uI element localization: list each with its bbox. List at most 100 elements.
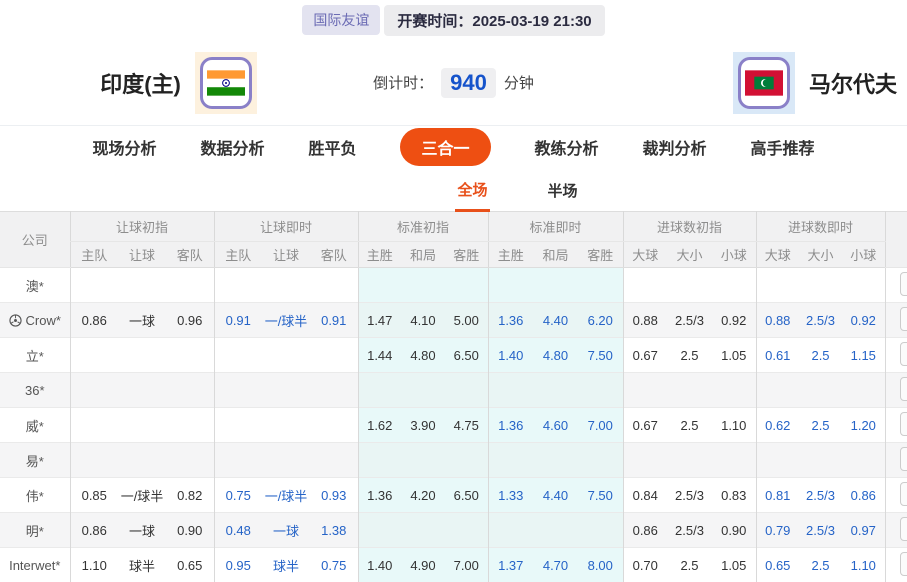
odds-cell: 0.86 bbox=[70, 513, 118, 548]
odds-cell bbox=[310, 443, 358, 478]
odds-cell: 2.5 bbox=[667, 548, 712, 582]
league-badge[interactable]: 国际友谊 bbox=[302, 5, 380, 35]
nav-tab-win-draw-lose[interactable]: 胜平负 bbox=[308, 135, 356, 159]
odds-cell: 0.92 bbox=[712, 303, 756, 338]
odds-cell bbox=[756, 373, 799, 408]
nav-tab-expert-picks[interactable]: 高手推荐 bbox=[751, 135, 815, 159]
company-cell[interactable]: 明* bbox=[0, 513, 70, 548]
group-header-goals-live: 进球数即时 bbox=[756, 212, 885, 242]
odds-cell bbox=[118, 443, 166, 478]
nav-tab-three-in-one[interactable]: 三合一 bbox=[400, 128, 490, 166]
detail-button[interactable] bbox=[900, 517, 907, 541]
odds-cell: 4.75 bbox=[445, 408, 488, 443]
nav-tab-data-analysis[interactable]: 数据分析 bbox=[200, 135, 264, 159]
detail-button[interactable] bbox=[900, 377, 907, 401]
company-name: 立* bbox=[26, 349, 44, 364]
odds-cell bbox=[118, 408, 166, 443]
table-row: 立*1.444.806.501.404.807.500.672.51.050.6… bbox=[0, 338, 907, 373]
company-cell[interactable]: Crow* bbox=[0, 303, 70, 338]
subtab-full-match[interactable]: 全场 bbox=[455, 168, 489, 212]
odds-cell: 0.65 bbox=[756, 548, 799, 582]
nav-tab-referee-analysis[interactable]: 裁判分析 bbox=[643, 135, 707, 159]
col-header: 大球 bbox=[623, 242, 667, 268]
odds-cell: 7.50 bbox=[578, 338, 623, 373]
odds-cell bbox=[70, 268, 118, 303]
nav-tab-scene-analysis[interactable]: 现场分析 bbox=[92, 135, 156, 159]
india-flag bbox=[200, 57, 252, 109]
away-team-name: 马尔代夫 bbox=[809, 67, 897, 99]
odds-cell bbox=[358, 373, 401, 408]
odds-cell bbox=[667, 443, 712, 478]
detail-button[interactable] bbox=[900, 307, 907, 331]
detail-cell bbox=[885, 303, 907, 338]
odds-cell: 7.00 bbox=[578, 408, 623, 443]
company-cell[interactable]: 澳* bbox=[0, 268, 70, 303]
odds-cell bbox=[214, 373, 262, 408]
group-header-standard-initial: 标准初指 bbox=[358, 212, 488, 242]
odds-cell bbox=[445, 443, 488, 478]
odds-cell: 4.80 bbox=[533, 338, 578, 373]
odds-cell: 0.86 bbox=[842, 478, 885, 513]
odds-cell bbox=[488, 268, 533, 303]
odds-cell: 4.20 bbox=[401, 478, 445, 513]
odds-cell: 0.79 bbox=[756, 513, 799, 548]
company-cell[interactable]: 立* bbox=[0, 338, 70, 373]
col-header: 主胜 bbox=[358, 242, 401, 268]
odds-cell bbox=[262, 443, 310, 478]
odds-cell bbox=[445, 268, 488, 303]
company-cell[interactable]: 36* bbox=[0, 373, 70, 408]
odds-cell bbox=[358, 268, 401, 303]
detail-button[interactable] bbox=[900, 552, 907, 576]
odds-cell: 0.82 bbox=[166, 478, 214, 513]
detail-button[interactable] bbox=[900, 272, 907, 296]
odds-cell: 1.47 bbox=[358, 303, 401, 338]
odds-cell: 0.75 bbox=[214, 478, 262, 513]
odds-cell: 0.97 bbox=[842, 513, 885, 548]
odds-cell: 0.85 bbox=[70, 478, 118, 513]
company-name: Crow* bbox=[26, 313, 61, 328]
detail-button[interactable] bbox=[900, 412, 907, 436]
detail-button[interactable] bbox=[900, 342, 907, 366]
odds-cell: 0.95 bbox=[214, 548, 262, 582]
odds-cell: 球半 bbox=[118, 548, 166, 582]
table-row: 36* bbox=[0, 373, 907, 408]
odds-cell: 2.5/3 bbox=[799, 513, 842, 548]
odds-cell bbox=[623, 373, 667, 408]
group-header-handicap-live: 让球即时 bbox=[214, 212, 358, 242]
company-cell[interactable]: Interwet* bbox=[0, 548, 70, 582]
detail-button[interactable] bbox=[900, 447, 907, 471]
odds-cell: 0.86 bbox=[70, 303, 118, 338]
odds-cell bbox=[166, 408, 214, 443]
detail-cell bbox=[885, 478, 907, 513]
odds-cell: 4.90 bbox=[401, 548, 445, 582]
match-odds-page: 国际友谊 开赛时间：2025-03-19 21:30 印度(主) 倒计时： bbox=[0, 0, 907, 582]
detail-button[interactable] bbox=[900, 482, 907, 506]
home-team-name: 印度(主) bbox=[100, 67, 181, 99]
company-cell[interactable]: 伟* bbox=[0, 478, 70, 513]
soccer-ball-icon bbox=[9, 314, 22, 327]
countdown-unit: 分钟 bbox=[504, 72, 534, 93]
table-row: 明*0.86一球0.900.48一球1.380.862.5/30.900.792… bbox=[0, 513, 907, 548]
odds-cell bbox=[401, 513, 445, 548]
odds-cell: 一球 bbox=[118, 513, 166, 548]
odds-cell: 0.81 bbox=[756, 478, 799, 513]
odds-cell bbox=[756, 443, 799, 478]
countdown-value: 940 bbox=[441, 68, 496, 98]
odds-cell: 1.05 bbox=[712, 338, 756, 373]
period-subtabs: 全场 半场 bbox=[64, 168, 907, 211]
odds-cell bbox=[799, 268, 842, 303]
col-header: 大小 bbox=[799, 242, 842, 268]
odds-cell bbox=[70, 338, 118, 373]
odds-cell bbox=[842, 443, 885, 478]
nav-tab-coach-analysis[interactable]: 教练分析 bbox=[535, 135, 599, 159]
odds-cell: 6.50 bbox=[445, 478, 488, 513]
col-header: 主胜 bbox=[488, 242, 533, 268]
group-header-handicap-initial: 让球初指 bbox=[70, 212, 214, 242]
company-cell[interactable]: 威* bbox=[0, 408, 70, 443]
odds-cell bbox=[533, 268, 578, 303]
odds-cell: 1.20 bbox=[842, 408, 885, 443]
subtab-half-match[interactable]: 半场 bbox=[546, 169, 580, 210]
odds-cell: 0.90 bbox=[166, 513, 214, 548]
company-cell[interactable]: 易* bbox=[0, 443, 70, 478]
odds-cell bbox=[799, 443, 842, 478]
